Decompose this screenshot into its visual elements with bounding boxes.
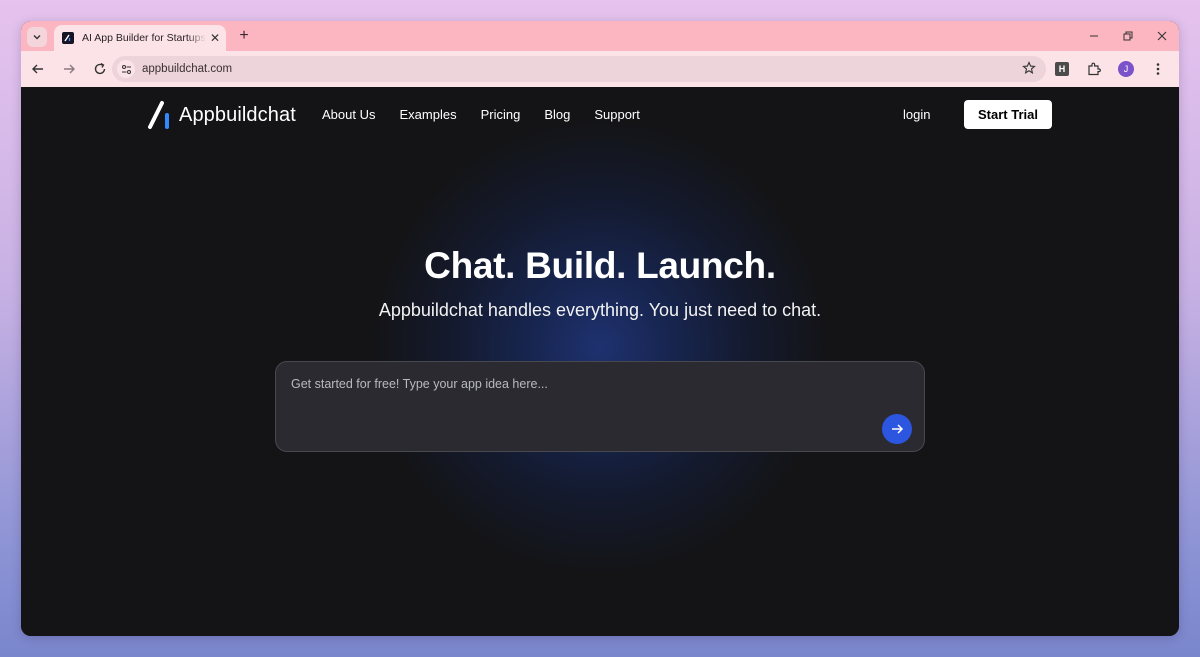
browser-tab-active[interactable]: AI App Builder for Startups – Bu ✕ [54,25,226,51]
bookmark-star-icon[interactable] [1022,61,1036,80]
nav-blog[interactable]: Blog [544,107,570,122]
browser-toolbar: appbuildchat.com H J [21,51,1179,87]
address-bar[interactable]: appbuildchat.com [112,56,1046,82]
minimize-button[interactable] [1077,21,1111,51]
new-tab-button[interactable]: + [234,26,254,46]
hero-subtitle: Appbuildchat handles everything. You jus… [378,300,822,320]
toolbar-right: H J [1043,56,1171,82]
webpage: Appbuildchat About Us Examples Pricing B… [21,87,1179,636]
nav-about-us[interactable]: About Us [322,107,375,122]
appbuildchat-logo-icon [148,101,169,129]
profile-button[interactable]: J [1113,56,1139,82]
nav-examples[interactable]: Examples [399,107,456,122]
browser-menu-button[interactable] [1145,56,1171,82]
arrow-right-icon [892,424,904,434]
restore-button[interactable] [1111,21,1145,51]
window-controls [1077,21,1179,51]
brand-logo[interactable]: Appbuildchat [147,99,296,131]
app-idea-prompt-box [275,361,925,452]
close-icon [1157,31,1167,41]
main-nav: About Us Examples Pricing Blog Support [322,107,664,122]
login-link[interactable]: login [903,107,930,122]
close-window-button[interactable] [1145,21,1179,51]
browser-window: AI App Builder for Startups – Bu ✕ + [21,21,1179,636]
reload-icon [94,62,106,75]
puzzle-icon [1088,62,1101,76]
tab-search-button[interactable] [27,27,47,47]
arrow-right-icon [64,64,75,74]
url-text: appbuildchat.com [142,63,233,75]
tab-title: AI App Builder for Startups – Bu [82,32,206,44]
brand-name: Appbuildchat [179,103,296,126]
site-info-icon[interactable] [117,60,135,78]
extension-h-icon: H [1055,62,1069,76]
hero-title: Chat. Build. Launch. [424,245,776,286]
tab-close-icon[interactable]: ✕ [210,31,220,45]
minimize-icon [1090,35,1098,37]
reload-button[interactable] [86,55,114,83]
submit-idea-button[interactable] [882,414,912,444]
extensions-button[interactable] [1081,56,1107,82]
forward-button[interactable] [55,55,83,83]
chevron-down-icon [33,35,41,40]
extension-h-button[interactable]: H [1049,56,1075,82]
back-button[interactable] [24,55,52,83]
tab-strip: AI App Builder for Startups – Bu ✕ + [21,21,1179,51]
avatar: J [1118,61,1134,77]
more-vertical-icon [1156,63,1160,75]
restore-icon [1123,31,1133,41]
arrow-left-icon [32,64,43,74]
nav-support[interactable]: Support [594,107,640,122]
start-trial-button[interactable]: Start Trial [964,100,1052,129]
site-favicon-icon [62,32,74,44]
nav-pricing[interactable]: Pricing [481,107,521,122]
app-idea-input[interactable] [291,374,851,394]
